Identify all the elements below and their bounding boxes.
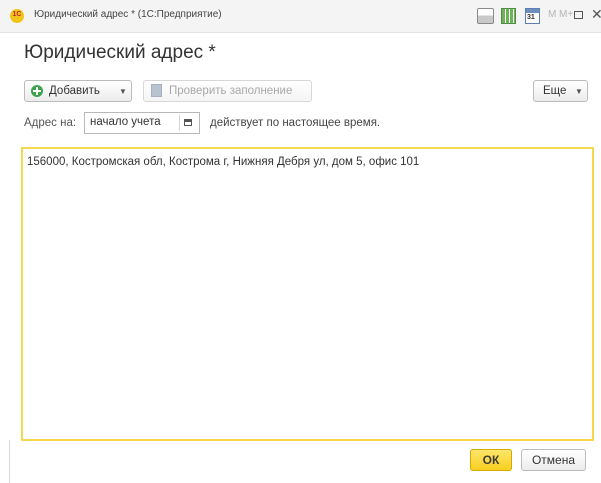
address-date-value: начало учета: [90, 116, 161, 128]
add-button-label: Добавить: [49, 85, 100, 97]
check-document-icon: [151, 84, 162, 97]
chevron-down-icon: ▼: [119, 87, 127, 96]
check-filling-label: Проверить заполнение: [169, 85, 293, 97]
window-title: Юридический адрес * (1С:Предприятие): [34, 9, 222, 20]
restore-window-icon[interactable]: [574, 11, 583, 19]
app-logo-icon: [10, 9, 24, 23]
memory-button-m-plus[interactable]: M+: [559, 9, 573, 20]
dialog-window: Юридический адрес * (1С:Предприятие) 31 …: [0, 0, 601, 483]
plus-circle-icon: [31, 85, 43, 97]
print-icon[interactable]: [477, 8, 494, 24]
chevron-down-icon: ▼: [575, 87, 583, 96]
address-textarea[interactable]: 156000, Костромская обл, Кострома г, Ниж…: [21, 147, 594, 441]
address-date-label: Адрес на:: [24, 117, 77, 129]
more-button[interactable]: Еще ▼: [533, 80, 588, 102]
more-button-label: Еще: [543, 85, 567, 97]
table-icon[interactable]: [501, 8, 516, 24]
window-edge-divider: [9, 440, 10, 483]
address-text: 156000, Костромская обл, Кострома г, Ниж…: [27, 156, 420, 168]
validity-text: действует по настоящее время.: [210, 117, 381, 129]
address-date-field[interactable]: начало учета: [84, 112, 200, 134]
ok-button[interactable]: ОК: [470, 449, 512, 471]
add-button[interactable]: Добавить ▼: [24, 80, 132, 102]
calendar-icon-text: 31: [527, 14, 535, 21]
title-bar: Юридический адрес * (1С:Предприятие) 31 …: [0, 0, 601, 33]
cancel-button[interactable]: Отмена: [521, 449, 586, 471]
calendar-icon[interactable]: 31: [525, 8, 540, 24]
memory-button-m[interactable]: M: [548, 9, 556, 20]
calendar-picker-icon[interactable]: [179, 115, 195, 131]
page-title: Юридический адрес *: [24, 42, 216, 63]
check-filling-button[interactable]: Проверить заполнение: [143, 80, 312, 102]
close-icon[interactable]: ✕: [591, 6, 601, 23]
